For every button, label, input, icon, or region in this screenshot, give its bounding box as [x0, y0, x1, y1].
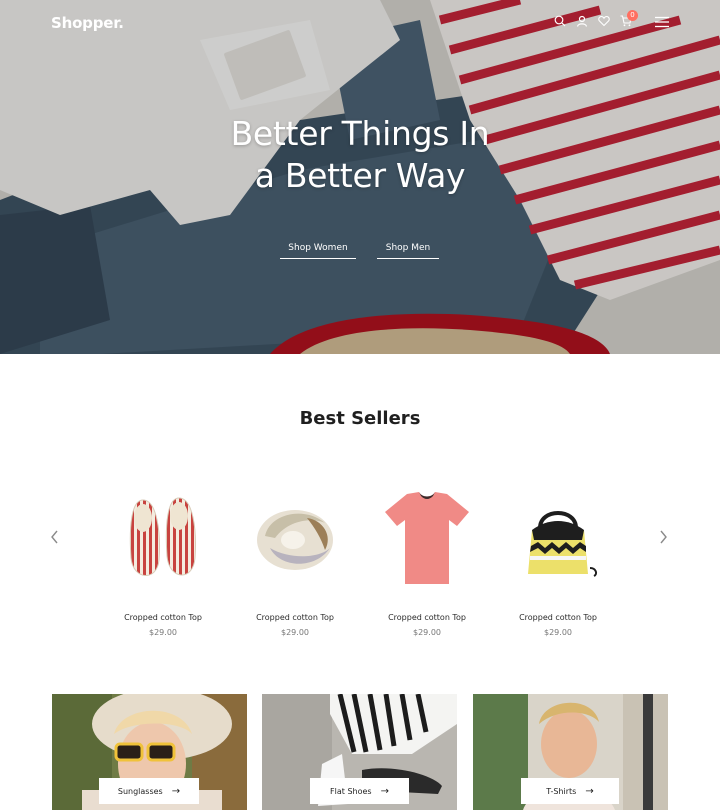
product-name[interactable]: Cropped cotton Top — [498, 613, 618, 622]
product-name[interactable]: Cropped cotton Top — [103, 613, 223, 622]
product-price: $29.00 — [544, 628, 572, 637]
product-card[interactable]: Cropped cotton Top $29.00 — [235, 480, 355, 637]
arrow-right-icon: → — [171, 785, 181, 797]
product-image[interactable] — [498, 480, 618, 595]
product-price: $29.00 — [281, 628, 309, 637]
category-card-t-shirts[interactable]: T-Shirts → — [473, 694, 668, 810]
cart-count-badge: 0 — [627, 10, 638, 21]
product-image[interactable] — [103, 480, 223, 595]
hero-title-line2: a Better Way — [254, 156, 466, 195]
carousel-next-arrow[interactable] — [657, 529, 669, 545]
hero-banner: Shopper. 0 Better Things In a Better Way… — [0, 0, 720, 354]
site-logo[interactable]: Shopper. — [51, 14, 124, 32]
product-name[interactable]: Cropped cotton Top — [235, 613, 355, 622]
best-sellers-title: Best Sellers — [299, 408, 421, 429]
category-card-flat-shoes[interactable]: Flat Shoes → — [262, 694, 457, 810]
menu-icon[interactable] — [655, 16, 669, 28]
arrow-right-icon: → — [380, 785, 389, 797]
category-label: Sunglasses — [117, 786, 163, 796]
product-card[interactable]: Cropped cotton Top $29.00 — [103, 480, 223, 637]
product-card[interactable]: Cropped cotton Top $29.00 — [498, 480, 618, 637]
shop-men-link[interactable]: Shop Men — [377, 243, 439, 259]
arrow-right-icon: → — [585, 785, 594, 797]
cart-icon[interactable]: 0 — [620, 10, 638, 28]
product-image[interactable] — [367, 480, 487, 595]
product-name[interactable]: Cropped cotton Top — [367, 613, 487, 622]
hero-title-line1: Better Things In — [230, 114, 490, 153]
search-icon[interactable] — [554, 15, 567, 28]
header-icons: 0 — [554, 10, 638, 28]
product-price: $29.00 — [413, 628, 441, 637]
category-label: T-Shirts — [546, 786, 577, 796]
product-card[interactable]: Cropped cotton Top $29.00 — [367, 480, 487, 637]
carousel-prev-arrow[interactable] — [49, 529, 61, 545]
category-label: Flat Shoes — [330, 786, 372, 796]
shop-women-link[interactable]: Shop Women — [280, 243, 356, 259]
heart-icon[interactable] — [598, 15, 611, 28]
user-icon[interactable] — [576, 15, 589, 28]
product-image[interactable] — [235, 480, 355, 595]
shop-t-shirts-button[interactable]: T-Shirts → — [521, 778, 619, 804]
hero-title: Better Things In a Better Way — [200, 113, 520, 197]
category-card-sunglasses[interactable]: Sunglasses → — [52, 694, 247, 810]
shop-sunglasses-button[interactable]: Sunglasses → — [99, 778, 199, 804]
shop-flat-shoes-button[interactable]: Flat Shoes → — [310, 778, 409, 804]
product-price: $29.00 — [149, 628, 177, 637]
